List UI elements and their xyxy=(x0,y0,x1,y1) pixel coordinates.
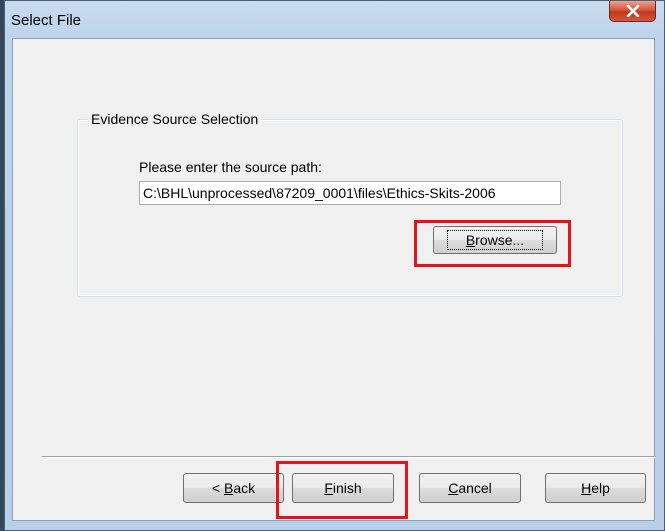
source-path-label: Please enter the source path: xyxy=(139,159,322,175)
evidence-source-groupbox: Evidence Source Selection xyxy=(77,111,623,297)
help-button[interactable]: Help xyxy=(545,473,646,503)
finish-highlight-box xyxy=(276,461,408,519)
source-path-input[interactable] xyxy=(139,181,561,205)
window-title: Select File xyxy=(11,12,82,29)
dialog-body: Evidence Source Selection Please enter t… xyxy=(12,38,656,521)
close-button[interactable] xyxy=(609,1,656,22)
footer-separator xyxy=(42,456,656,458)
back-button[interactable]: < Back xyxy=(183,473,284,503)
title-bar[interactable]: Select File xyxy=(5,1,664,39)
close-icon xyxy=(626,5,640,17)
cancel-button-label: Cancel xyxy=(448,480,492,496)
groupbox-legend: Evidence Source Selection xyxy=(88,111,262,127)
help-button-label: Help xyxy=(581,480,610,496)
cancel-button[interactable]: Cancel xyxy=(419,473,521,503)
back-button-label: < Back xyxy=(211,480,256,496)
browse-highlight-box xyxy=(414,220,571,267)
